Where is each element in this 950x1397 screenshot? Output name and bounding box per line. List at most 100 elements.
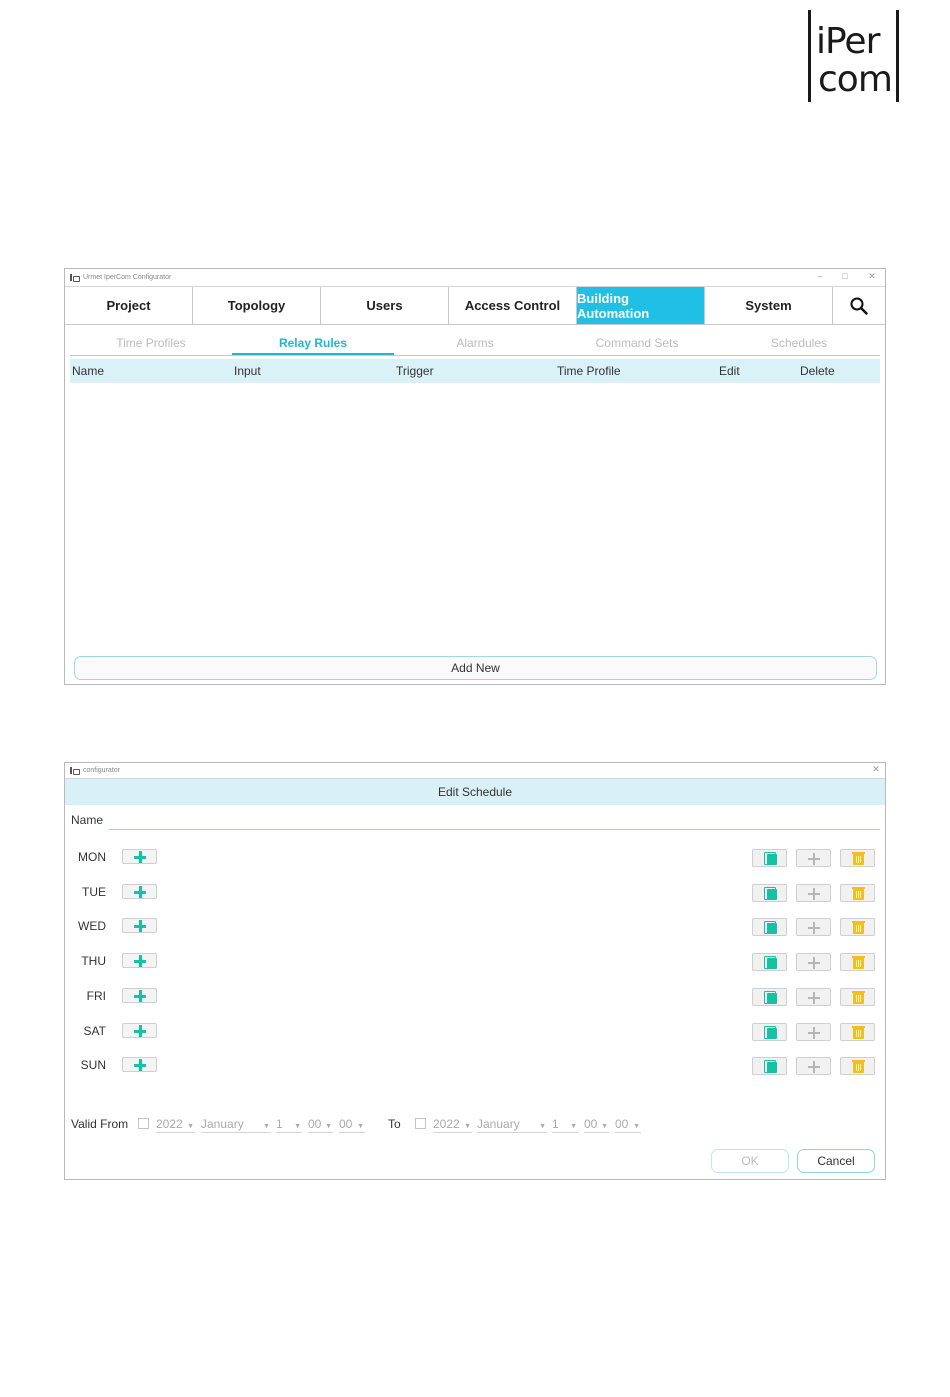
subtab-schedules[interactable]: Schedules bbox=[718, 332, 880, 355]
logo-line-1: iPer bbox=[816, 21, 880, 62]
column-header-edit: Edit bbox=[719, 364, 740, 378]
subtab-alarms[interactable]: Alarms bbox=[394, 332, 556, 355]
tab-system[interactable]: System bbox=[705, 287, 833, 324]
from-month-select[interactable]: January ▼ bbox=[201, 1116, 271, 1133]
paste-day-button[interactable] bbox=[796, 1057, 831, 1076]
delete-day-button[interactable] bbox=[840, 883, 875, 902]
to-minute-select[interactable]: 00 ▼ bbox=[615, 1116, 641, 1133]
plus-icon bbox=[808, 1061, 820, 1074]
from-hour-select[interactable]: 00 ▼ bbox=[308, 1116, 333, 1133]
ipercom-logo: iPer com bbox=[808, 10, 900, 104]
paste-day-button[interactable] bbox=[796, 987, 831, 1006]
valid-from-checkbox[interactable] bbox=[138, 1118, 149, 1129]
name-field[interactable] bbox=[109, 829, 880, 830]
delete-day-button[interactable] bbox=[840, 849, 875, 867]
copy-day-button[interactable] bbox=[752, 987, 787, 1006]
subtab-relay-rules[interactable]: Relay Rules bbox=[232, 332, 394, 355]
paste-day-button[interactable] bbox=[796, 849, 831, 867]
to-hour-select[interactable]: 00 ▼ bbox=[584, 1116, 609, 1133]
search-button[interactable] bbox=[833, 287, 885, 324]
column-header-trigger: Trigger bbox=[396, 364, 434, 378]
valid-to-checkbox[interactable] bbox=[415, 1118, 426, 1129]
tab-topology[interactable]: Topology bbox=[193, 287, 321, 324]
subtab-time-profiles[interactable]: Time Profiles bbox=[70, 332, 232, 355]
paste-day-button[interactable] bbox=[796, 918, 831, 937]
trash-icon bbox=[852, 921, 865, 935]
maximize-icon[interactable]: □ bbox=[838, 271, 852, 281]
valid-from-label: Valid From bbox=[71, 1117, 129, 1131]
delete-day-button[interactable] bbox=[840, 1022, 875, 1041]
logo-bar-right bbox=[896, 10, 899, 102]
copy-icon bbox=[764, 1060, 777, 1074]
day-label: WED bbox=[78, 919, 106, 934]
plus-icon bbox=[808, 887, 820, 900]
copy-day-button[interactable] bbox=[752, 883, 787, 902]
to-year-select[interactable]: 2022 ▼ bbox=[433, 1116, 472, 1133]
paste-day-button[interactable] bbox=[796, 1022, 831, 1041]
dialog-titlebar: configurator ✕ bbox=[65, 763, 885, 779]
ok-button[interactable]: OK bbox=[711, 1149, 789, 1173]
delete-day-button[interactable] bbox=[840, 953, 875, 972]
copy-day-button[interactable] bbox=[752, 918, 787, 937]
to-day-select[interactable]: 1 ▼ bbox=[552, 1116, 578, 1133]
close-icon[interactable]: ✕ bbox=[869, 764, 883, 775]
search-icon bbox=[850, 297, 868, 315]
app-icon bbox=[69, 273, 80, 282]
add-interval-button[interactable] bbox=[122, 987, 157, 1003]
copy-day-button[interactable] bbox=[752, 849, 787, 867]
delete-day-button[interactable] bbox=[840, 918, 875, 937]
day-label: SUN bbox=[80, 1058, 106, 1073]
app-icon bbox=[69, 766, 80, 775]
cancel-button[interactable]: Cancel bbox=[797, 1149, 875, 1173]
copy-day-button[interactable] bbox=[752, 1057, 787, 1076]
delete-day-button[interactable] bbox=[840, 987, 875, 1006]
delete-day-button[interactable] bbox=[840, 1057, 875, 1076]
to-month-select[interactable]: January ▼ bbox=[477, 1116, 547, 1133]
from-day-select[interactable]: 1 ▼ bbox=[276, 1116, 302, 1133]
copy-day-button[interactable] bbox=[752, 1022, 787, 1041]
add-interval-button[interactable] bbox=[122, 1057, 157, 1073]
edit-schedule-dialog: configurator ✕ Edit Schedule Name MON TUE… bbox=[64, 762, 886, 1180]
from-year-select[interactable]: 2022 ▼ bbox=[156, 1116, 195, 1133]
trash-icon bbox=[852, 1060, 865, 1074]
close-icon[interactable]: ✕ bbox=[865, 271, 879, 282]
plus-icon bbox=[808, 922, 820, 935]
trash-icon bbox=[852, 852, 865, 865]
add-interval-button[interactable] bbox=[122, 849, 157, 864]
to-label: To bbox=[388, 1117, 401, 1131]
column-header-delete: Delete bbox=[800, 364, 835, 378]
dialog-title: Edit Schedule bbox=[65, 779, 885, 805]
plus-icon bbox=[808, 957, 820, 970]
copy-icon bbox=[764, 990, 777, 1004]
subtab-command-sets[interactable]: Command Sets bbox=[556, 332, 718, 355]
day-label: FRI bbox=[86, 988, 106, 1003]
copy-day-button[interactable] bbox=[752, 953, 787, 972]
copy-icon bbox=[764, 852, 777, 865]
plus-icon bbox=[808, 853, 820, 865]
add-new-button[interactable]: Add New bbox=[74, 656, 877, 680]
minimize-icon[interactable]: – bbox=[813, 271, 827, 281]
column-header-input: Input bbox=[234, 364, 261, 378]
relay-rules-table-header: Name Input Trigger Time Profile Edit Del… bbox=[70, 359, 880, 383]
window-titlebar: Urmet IperCom Configurator – □ ✕ bbox=[65, 269, 885, 287]
trash-icon bbox=[852, 956, 865, 970]
trash-icon bbox=[852, 990, 865, 1004]
copy-icon bbox=[764, 956, 777, 970]
configurator-window: Urmet IperCom Configurator – □ ✕ Project… bbox=[64, 268, 886, 685]
tab-access-control[interactable]: Access Control bbox=[449, 287, 577, 324]
day-label: TUE bbox=[82, 884, 106, 899]
day-label: SAT bbox=[83, 1023, 106, 1038]
add-interval-button[interactable] bbox=[122, 1022, 157, 1038]
from-minute-select[interactable]: 00 ▼ bbox=[339, 1116, 365, 1133]
window-title: Urmet IperCom Configurator bbox=[83, 274, 172, 281]
paste-day-button[interactable] bbox=[796, 953, 831, 972]
sub-tab-bar: Time Profiles Relay Rules Alarms Command… bbox=[70, 332, 880, 356]
copy-icon bbox=[764, 921, 777, 935]
tab-users[interactable]: Users bbox=[321, 287, 449, 324]
add-interval-button[interactable] bbox=[122, 883, 157, 899]
add-interval-button[interactable] bbox=[122, 953, 157, 969]
tab-building-automation[interactable]: Building Automation bbox=[577, 287, 705, 324]
tab-project[interactable]: Project bbox=[65, 287, 193, 324]
paste-day-button[interactable] bbox=[796, 883, 831, 902]
add-interval-button[interactable] bbox=[122, 918, 157, 934]
